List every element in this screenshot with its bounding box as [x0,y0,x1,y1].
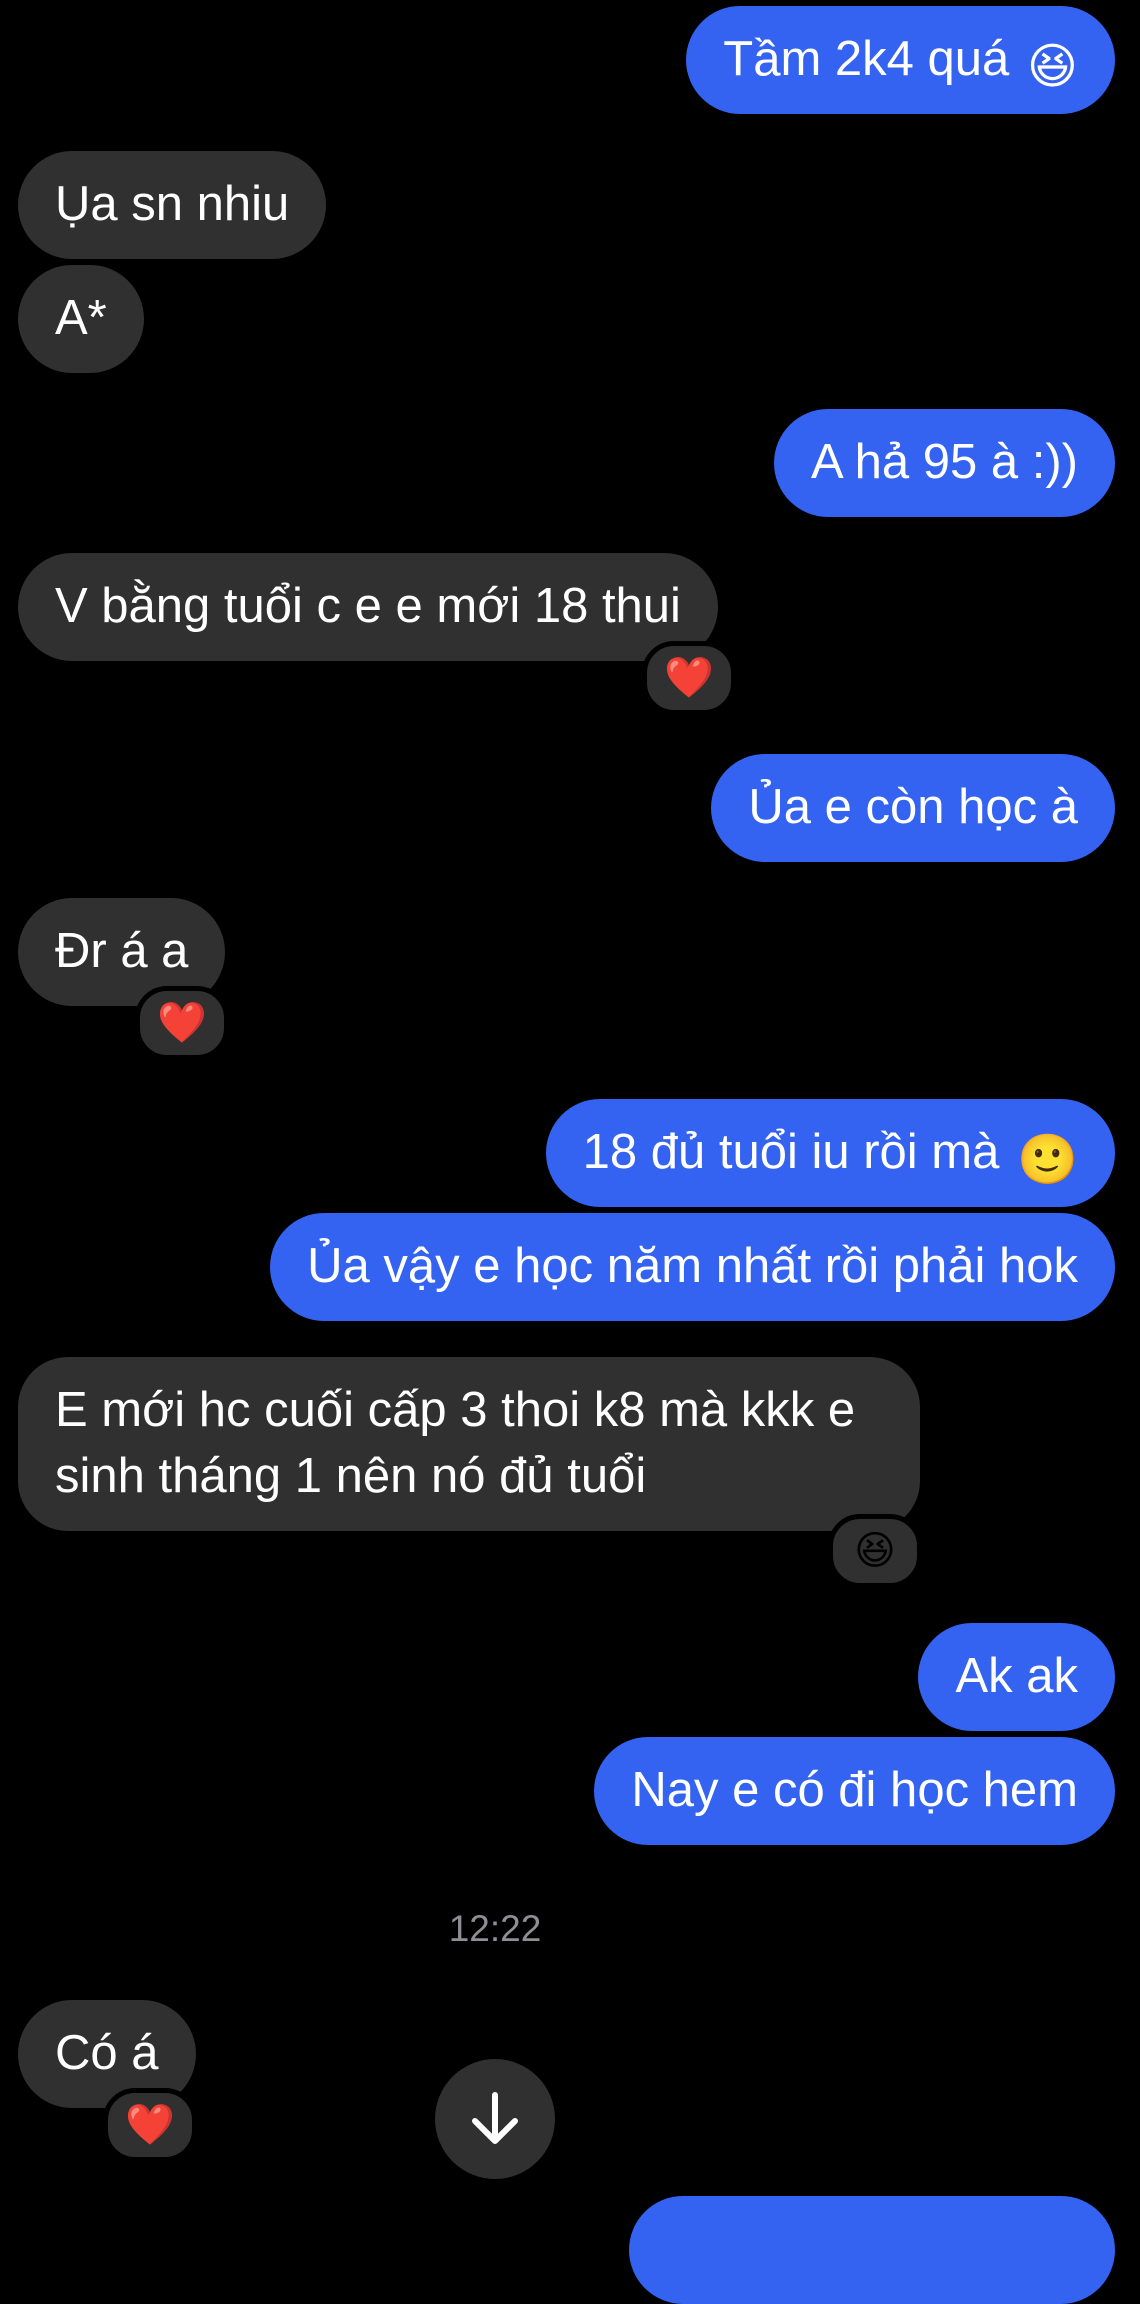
message-bubble-outgoing-partial[interactable] [629,2196,1115,2304]
message-text: Nay e có đi học hem [631,1763,1078,1817]
heart-icon: ❤️ [157,1001,207,1045]
heart-reaction[interactable]: ❤️ [103,2088,197,2162]
message-text: Ủa vậy e học năm nhất rồi phải hok [307,1239,1078,1293]
message-text: 18 đủ tuổi iu rồi mà [582,1125,1000,1179]
message-text: Tầm 2k4 quá [723,32,1010,86]
message-text: Ak ak [955,1649,1078,1703]
message-bubble-outgoing[interactable]: Nay e có đi học hem [594,1737,1115,1845]
heart-reaction[interactable]: ❤️ [642,641,736,715]
grinning-squinting-face-icon: 😆 [854,1529,896,1573]
message-bubble-outgoing[interactable]: A hả 95 à :)) [774,409,1115,517]
message-text: V bằng tuổi c e e mới 18 thui [55,579,681,633]
message-text: Ụa sn nhiu [55,177,290,231]
message-bubble-outgoing[interactable]: Ak ak [918,1623,1115,1731]
message-bubble-outgoing[interactable]: 18 đủ tuổi iu rồi mà 🙂 [545,1099,1115,1207]
message-bubble-outgoing[interactable]: Ủa vậy e học năm nhất rồi phải hok [270,1213,1115,1321]
message-bubble-incoming[interactable]: Ụa sn nhiu [18,151,327,259]
heart-icon: ❤️ [125,2103,175,2147]
message-text: A hả 95 à :)) [811,435,1078,489]
message-bubble-incoming[interactable]: A* [18,265,144,373]
grinning-squinting-face-emoji: 😆 [1026,40,1078,94]
message-text: E mới hc cuối cấp 3 thoi k8 mà kkk e sin… [55,1383,856,1503]
scroll-to-bottom-button[interactable] [435,2059,555,2179]
message-bubble-incoming[interactable]: V bằng tuổi c e e mới 18 thui [18,553,718,661]
slightly-smiling-face-emoji: 🙂 [1016,1133,1078,1187]
message-bubble-incoming[interactable]: E mới hc cuối cấp 3 thoi k8 mà kkk e sin… [18,1357,920,1531]
arrow-down-icon [472,2092,518,2144]
message-bubble-outgoing[interactable]: Ủa e còn học à [711,754,1115,862]
message-bubble-outgoing[interactable]: Tầm 2k4 quá 😆 [686,6,1115,114]
heart-reaction[interactable]: ❤️ [135,986,229,1060]
grinning-squinting-face-reaction[interactable]: 😆 [828,1514,922,1588]
message-text: A* [55,291,107,345]
message-text: Có á [55,2026,159,2080]
message-text: Đr á a [55,924,189,978]
message-timestamp: 12:22 [448,1908,542,1949]
heart-icon: ❤️ [664,656,714,700]
message-text: Ủa e còn học à [748,780,1078,834]
